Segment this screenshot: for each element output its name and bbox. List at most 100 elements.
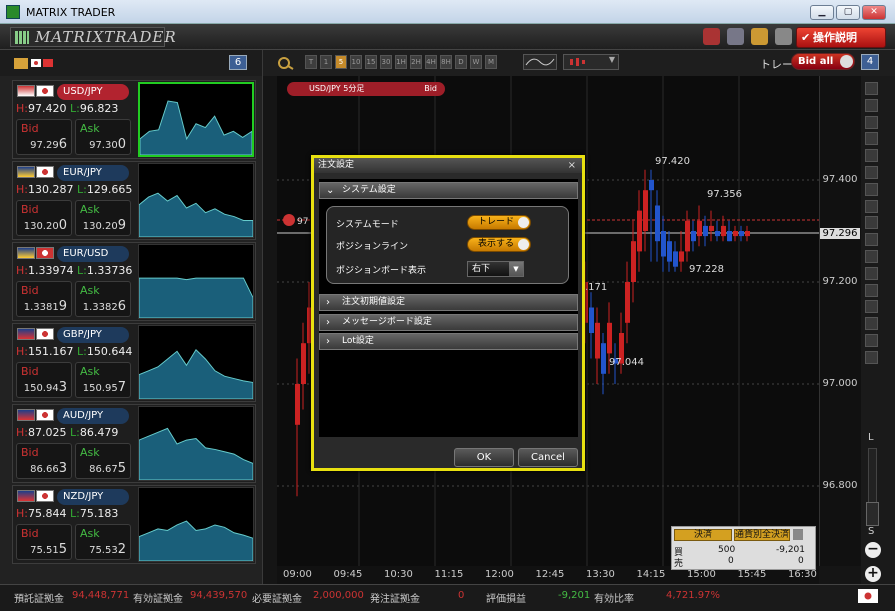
bid-button[interactable]: Bid 130.200 <box>16 200 72 236</box>
palette-icon[interactable] <box>751 28 768 45</box>
trend-tool-icon[interactable] <box>865 98 878 112</box>
sparkline-chart[interactable] <box>138 325 254 400</box>
sparkline-chart[interactable] <box>138 163 254 238</box>
close-window-button[interactable]: ✕ <box>862 5 886 20</box>
bid-all-toggle[interactable]: Bid all <box>791 53 855 70</box>
ask-button[interactable]: Ask 97.300 <box>75 119 131 155</box>
dialog-close-icon[interactable]: × <box>568 158 576 173</box>
timeframe-m[interactable]: M <box>485 55 497 69</box>
bid-button[interactable]: Bid 97.296 <box>16 119 72 155</box>
timeframe-8h[interactable]: 8H <box>440 55 452 69</box>
section-message-board[interactable]: メッセージボード設定 <box>319 314 578 331</box>
ok-button[interactable]: OK <box>454 448 514 467</box>
unlock-tool-icon[interactable] <box>865 317 878 331</box>
rate-card-usdjpy[interactable]: USD/JPY H:97.420 L:96.823 Bid 97.296 Ask… <box>12 80 256 159</box>
hline-tool-icon[interactable] <box>865 182 878 196</box>
required-value: 2,000,000 <box>313 590 364 601</box>
sparkline-chart[interactable] <box>138 487 254 562</box>
timeframe-4h[interactable]: 4H <box>425 55 437 69</box>
section-lot[interactable]: Lot設定 <box>319 333 578 350</box>
zoom-out-icon[interactable]: − <box>865 542 881 558</box>
timeframe-15[interactable]: 15 <box>365 55 377 69</box>
vline-tool-icon[interactable] <box>865 199 878 213</box>
sparkline-chart[interactable] <box>138 406 254 481</box>
section-system-settings[interactable]: システム設定 <box>319 182 578 199</box>
line-chart-button[interactable] <box>523 54 557 70</box>
candle-icon <box>570 58 585 66</box>
maximize-button[interactable]: ▢ <box>836 5 860 20</box>
printer-icon[interactable] <box>775 28 792 45</box>
rate-card-eurjpy[interactable]: EUR/JPY H:130.287 L:129.665 Bid 130.200 … <box>12 161 256 240</box>
crosshair-tool-icon[interactable] <box>865 82 878 95</box>
board-close-icon[interactable] <box>793 529 803 540</box>
briefcase-icon[interactable] <box>703 28 720 45</box>
zoom-slider-thumb[interactable] <box>866 502 879 526</box>
save-icon[interactable] <box>727 28 744 45</box>
minimize-button[interactable]: ▁ <box>810 5 834 20</box>
sparkline-chart[interactable] <box>138 82 254 157</box>
candle-body <box>667 241 672 262</box>
grid-tool-icon[interactable] <box>865 233 878 247</box>
flag-icon <box>36 85 54 97</box>
line-tool-icon[interactable] <box>865 166 878 179</box>
fib-tool-icon[interactable] <box>865 115 878 129</box>
timeframe-w[interactable]: W <box>470 55 482 69</box>
timeframe-t[interactable]: T <box>305 55 317 69</box>
position-board-select[interactable]: 右下 ▼ <box>467 261 524 277</box>
rate-card-nzdjpy[interactable]: NZD/JPY H:75.844 L:75.183 Bid 75.515 Ask… <box>12 485 256 564</box>
candle-type-select[interactable]: ▼ <box>563 54 619 70</box>
sparkline-chart[interactable] <box>138 244 254 319</box>
timeframe-1[interactable]: 1 <box>320 55 332 69</box>
candle-body <box>733 231 738 237</box>
bid-price: 130.200 <box>24 218 67 233</box>
position-line-label: ポジションライン <box>336 242 409 252</box>
rate-card-gbpjpy[interactable]: GBP/JPY H:151.167 L:150.644 Bid 150.943 … <box>12 323 256 402</box>
section-order-initial[interactable]: 注文初期値設定 <box>319 294 578 311</box>
effective-value: 94,439,570 <box>190 590 248 601</box>
timeframe-2h[interactable]: 2H <box>410 55 422 69</box>
settle-button[interactable]: 決済 <box>674 529 732 541</box>
bid-button[interactable]: Bid 1.33819 <box>16 281 72 317</box>
zoom-in-icon[interactable]: + <box>865 566 881 582</box>
arrow-tool-icon[interactable] <box>865 149 878 163</box>
ask-button[interactable]: Ask 130.209 <box>75 200 131 236</box>
bid-button[interactable]: Bid 86.663 <box>16 443 72 479</box>
timeframe-30[interactable]: 30 <box>380 55 392 69</box>
rate-card-audjpy[interactable]: AUD/JPY H:87.025 L:86.479 Bid 86.663 Ask… <box>12 404 256 483</box>
bid-button[interactable]: Bid 150.943 <box>16 362 72 398</box>
ask-button[interactable]: Ask 1.33826 <box>75 281 131 317</box>
ask-button[interactable]: Ask 150.957 <box>75 362 131 398</box>
delete-tool-icon[interactable] <box>865 266 878 280</box>
cancel-button[interactable]: Cancel <box>518 448 578 467</box>
channel-tool-icon[interactable] <box>865 216 878 230</box>
eraser-tool-icon[interactable] <box>865 283 878 297</box>
timeframe-d[interactable]: D <box>455 55 467 69</box>
brush-tool-icon[interactable] <box>865 250 878 263</box>
text-tool-icon[interactable] <box>865 132 878 146</box>
timeframe-10[interactable]: 10 <box>350 55 362 69</box>
system-mode-toggle[interactable]: トレード <box>467 215 531 230</box>
bar-tool-icon[interactable] <box>865 334 878 347</box>
position-marker-icon[interactable] <box>283 214 295 226</box>
settle-by-currency-button[interactable]: 通貨別全決済 <box>734 529 790 541</box>
bid-button[interactable]: Bid 75.515 <box>16 524 72 560</box>
price-annotation: .171 <box>585 282 607 293</box>
timeframe-5[interactable]: 5 <box>335 55 347 69</box>
sell-label: 売 <box>674 559 684 569</box>
high-low: H:151.167 L:150.644 <box>16 345 136 358</box>
rate-card-eurusd[interactable]: EUR/USD H:1.33974 L:1.33736 Bid 1.33819 … <box>12 242 256 321</box>
layout-number-badge[interactable]: 4 <box>861 54 879 70</box>
lock-tool-icon[interactable] <box>865 300 878 314</box>
wave-icon <box>525 58 555 66</box>
folder-icon[interactable] <box>14 56 54 70</box>
indicator-tool-icon[interactable] <box>865 350 878 364</box>
position-line-toggle[interactable]: 表示する <box>467 237 531 252</box>
ask-button[interactable]: Ask 75.532 <box>75 524 131 560</box>
rate-panel-header: 6 <box>0 50 262 76</box>
ask-button[interactable]: Ask 86.675 <box>75 443 131 479</box>
timeframe-1h[interactable]: 1H <box>395 55 407 69</box>
flag-icon <box>36 328 54 340</box>
help-button[interactable]: 操作説明 <box>796 27 886 48</box>
pair-count-badge[interactable]: 6 <box>229 55 247 70</box>
magnifier-icon[interactable] <box>275 56 297 70</box>
